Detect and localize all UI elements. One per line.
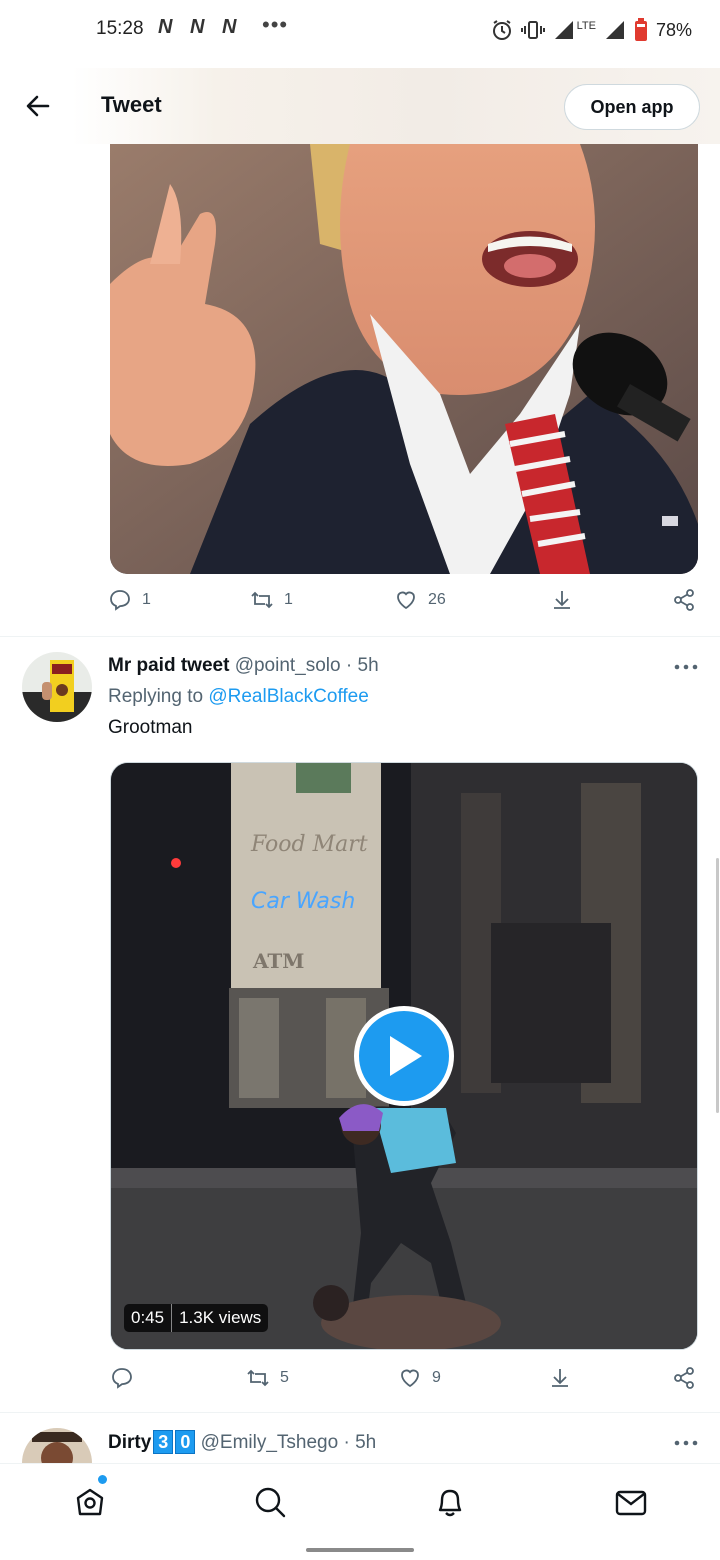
like-button[interactable]: 9 <box>398 1366 441 1390</box>
like-count: 9 <box>432 1369 441 1386</box>
bottom-nav <box>0 1463 720 1538</box>
tweet-actions: 5 9 <box>108 1366 698 1400</box>
share-button[interactable] <box>672 588 696 612</box>
retweet-button[interactable]: 1 <box>250 588 293 612</box>
retweet-button[interactable]: 5 <box>246 1366 289 1390</box>
page-title: Tweet <box>101 92 162 117</box>
tweet-header: Mr paid tweet @point_solo · 5h <box>108 655 379 677</box>
carrier-n-icon: N <box>158 16 173 38</box>
open-app-button[interactable]: Open app <box>564 84 700 130</box>
sign-car-wash: Car Wash <box>251 889 355 914</box>
retweet-icon <box>251 591 273 609</box>
reply-icon <box>112 1368 132 1389</box>
video-duration: 0:45 <box>131 1308 165 1327</box>
download-icon <box>554 591 570 609</box>
battery-icon <box>634 18 647 41</box>
download-icon <box>552 1369 568 1387</box>
share-icon <box>674 1367 694 1389</box>
home-icon[interactable] <box>72 1484 108 1520</box>
top-header: Tweet Open app <box>0 68 720 144</box>
emoji-badge: 3 <box>153 1430 174 1454</box>
sign-food-mart: Food Mart <box>250 832 368 857</box>
status-right-group: LTE 78% <box>491 16 692 44</box>
retweet-icon <box>247 1369 269 1387</box>
play-button[interactable] <box>354 1006 454 1106</box>
divider <box>0 636 720 637</box>
share-icon <box>674 589 694 611</box>
video-metadata: 0:45 1.3K views <box>124 1304 269 1332</box>
more-options-icon[interactable] <box>672 662 700 672</box>
tweet-text: Grootman <box>108 717 193 738</box>
divider <box>0 1412 720 1413</box>
retweet-count: 1 <box>284 591 293 608</box>
reply-count: 1 <box>142 591 151 608</box>
messages-icon[interactable] <box>613 1484 649 1520</box>
heart-icon <box>401 1369 419 1388</box>
tweet-header: Dirty 3 0 @Emily_Tshego · 5h <box>108 1430 376 1454</box>
status-time: 15:28 <box>96 18 144 39</box>
tweet-photo[interactable] <box>110 144 698 574</box>
video-views: 1.3K views <box>179 1308 262 1327</box>
avatar[interactable] <box>22 652 92 722</box>
reply-button[interactable]: 1 <box>108 588 151 612</box>
avatar-image <box>22 652 92 722</box>
notification-dot <box>98 1475 107 1484</box>
alarm-icon <box>492 20 511 40</box>
vibrate-icon <box>520 21 545 39</box>
reply-icon <box>110 590 130 611</box>
network-type: LTE <box>576 20 596 32</box>
tweet-time: · 5h <box>343 1432 377 1453</box>
notifications-icon[interactable] <box>432 1484 468 1520</box>
display-name[interactable]: Dirty <box>108 1432 151 1453</box>
display-name[interactable]: Mr paid tweet <box>108 655 229 676</box>
sign-atm: ATM <box>252 949 304 973</box>
tweet-actions: 1 1 26 <box>108 588 698 622</box>
retweet-count: 5 <box>280 1369 289 1386</box>
heart-icon <box>397 591 415 610</box>
replying-to: Replying to @RealBlackCoffee <box>108 686 369 708</box>
download-button[interactable] <box>548 1366 572 1390</box>
like-count: 26 <box>428 591 446 608</box>
play-icon <box>390 1036 422 1076</box>
photo-illustration <box>110 144 698 574</box>
mention-link[interactable]: @RealBlackCoffee <box>208 686 368 707</box>
status-bar: 15:28 N N N ••• LTE 78% <box>0 0 720 60</box>
emoji-badge: 0 <box>175 1430 196 1454</box>
carrier-n-icon: N <box>222 16 237 38</box>
username[interactable]: @Emily_Tshego <box>201 1432 339 1453</box>
battery-percent: 78% <box>655 19 692 40</box>
download-button[interactable] <box>550 588 574 612</box>
home-indicator[interactable] <box>306 1548 414 1552</box>
back-arrow-icon[interactable] <box>22 90 54 122</box>
search-icon[interactable] <box>252 1484 288 1520</box>
scrollbar[interactable] <box>716 858 719 1113</box>
replying-to-label: Replying to <box>108 686 204 707</box>
signal-icon <box>554 21 573 39</box>
tweet-time: · 5h <box>345 655 379 676</box>
signal-icon-2 <box>605 21 624 39</box>
status-more-icon: ••• <box>262 12 289 37</box>
like-button[interactable]: 26 <box>394 588 446 612</box>
username[interactable]: @point_solo <box>235 655 341 676</box>
carrier-n-icon: N <box>190 16 205 38</box>
share-button[interactable] <box>672 1366 696 1390</box>
more-options-icon[interactable] <box>672 1438 700 1448</box>
reply-button[interactable] <box>110 1366 134 1390</box>
